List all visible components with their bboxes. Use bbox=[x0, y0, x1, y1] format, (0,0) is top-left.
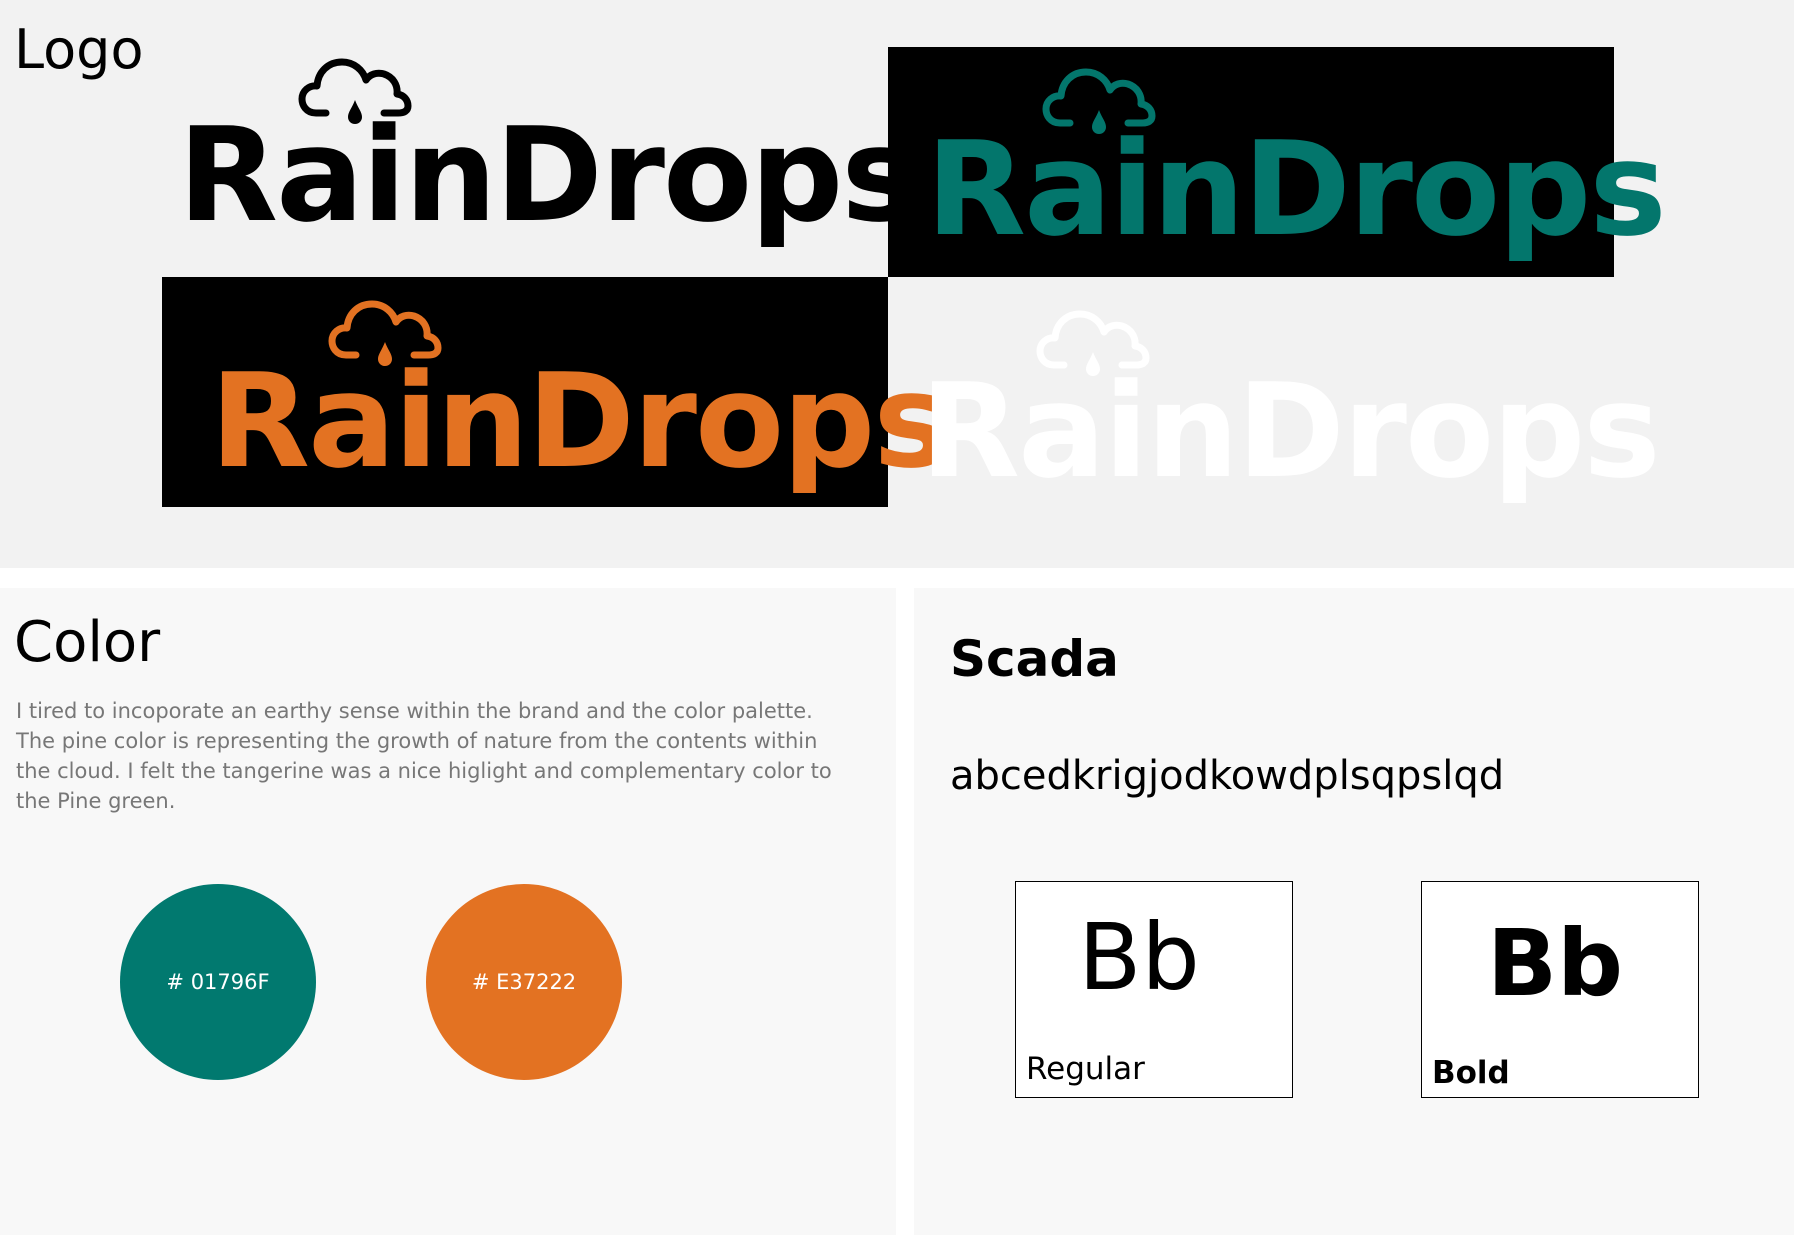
swatch-label: # 01796F bbox=[166, 970, 270, 994]
color-heading: Color bbox=[14, 610, 161, 675]
typeface-heading: Scada bbox=[950, 630, 1119, 688]
logo-wordmark: RainDrops bbox=[178, 99, 919, 251]
logo-wordmark: RainDrops bbox=[210, 345, 951, 497]
weight-glyphs: Bb bbox=[1078, 904, 1200, 1011]
color-swatch-tangerine: # E37222 bbox=[426, 884, 622, 1080]
swatch-label: # E37222 bbox=[471, 970, 577, 994]
type-sample-text: abcedkrigjodkowdplsqpslqd bbox=[950, 753, 1505, 799]
weight-card-regular: Bb Regular bbox=[1015, 881, 1293, 1098]
weight-label: Regular bbox=[1026, 1051, 1145, 1087]
weight-card-bold: Bb Bold bbox=[1421, 881, 1699, 1098]
logo-wordmark: RainDrops bbox=[926, 113, 1667, 265]
color-panel: Color I tired to incoporate an earthy se… bbox=[0, 588, 896, 1235]
weight-glyphs: Bb bbox=[1487, 910, 1623, 1017]
logo-heading: Logo bbox=[14, 18, 144, 81]
weight-label: Bold bbox=[1432, 1055, 1510, 1091]
color-description: I tired to incoporate an earthy sense wi… bbox=[16, 699, 832, 813]
color-swatch-pine: # 01796F bbox=[120, 884, 316, 1080]
logo-panel: Logo RainDrops RainDrops RainDrops RainD… bbox=[0, 0, 1794, 568]
logo-wordmark: RainDrops bbox=[920, 355, 1661, 507]
typography-panel: Scada abcedkrigjodkowdplsqpslqd Bb Regul… bbox=[914, 588, 1794, 1235]
